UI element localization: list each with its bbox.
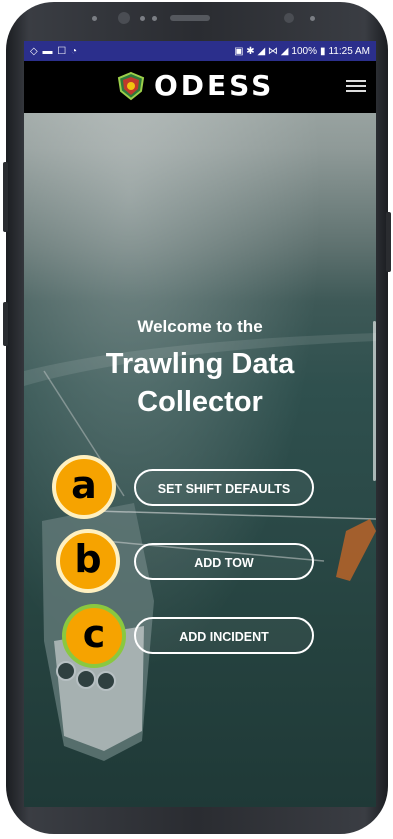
callout-badge-b: b [56, 529, 120, 593]
status-right: ▣ ✱ ◢ ⋈ ◢ 100% ▮ 11:25 AM [234, 46, 370, 57]
notification-icons: ◇ ▬ ☐ ◔ [30, 45, 79, 57]
screen: ◇ ▬ ☐ ◔ ▣ ✱ ◢ ⋈ ◢ 100% ▮ 11:25 AM ODESS [24, 41, 376, 807]
brand-name: ODESS [154, 69, 275, 102]
status-bar: ◇ ▬ ☐ ◔ ▣ ✱ ◢ ⋈ ◢ 100% ▮ 11:25 AM [24, 41, 376, 61]
title-line-2: Collector [137, 386, 263, 418]
iris-sensor-icon [284, 13, 294, 23]
hamburger-menu-icon[interactable] [346, 77, 366, 95]
earpiece-speaker [170, 15, 210, 21]
sensor-icon [140, 16, 145, 21]
callout-badge-c: c [62, 604, 126, 668]
volume-button [3, 162, 8, 232]
sensor-icon [310, 16, 315, 21]
add-tow-button[interactable]: ADD TOW [134, 543, 314, 580]
clock: 11:25 AM [328, 45, 370, 57]
sensor-icon [152, 16, 157, 21]
scroll-indicator[interactable] [373, 321, 376, 481]
title-line-1: Trawling Data [105, 348, 295, 380]
phone-top-bezel [6, 2, 388, 42]
app-logo[interactable]: ODESS [116, 69, 274, 102]
front-camera-icon [118, 12, 130, 24]
sensor-icon [92, 16, 97, 21]
page-title: Trawling Data Collector [24, 345, 376, 421]
add-incident-button[interactable]: ADD INCIDENT [134, 617, 314, 654]
phone-frame: ◇ ▬ ☐ ◔ ▣ ✱ ◢ ⋈ ◢ 100% ▮ 11:25 AM ODESS [3, 2, 391, 834]
bixby-button [3, 302, 8, 346]
battery-level: 100% [291, 45, 317, 57]
set-shift-defaults-button[interactable]: SET SHIFT DEFAULTS [134, 469, 314, 506]
signal-icons: ▣ ✱ ◢ ⋈ ◢ [234, 45, 289, 57]
status-icons: ◇ ▬ ☐ ◔ [30, 46, 78, 57]
app-header: ODESS [24, 61, 376, 113]
battery-icon: ▮ [319, 45, 326, 57]
welcome-text: Welcome to the [137, 317, 263, 336]
callout-badge-a: a [52, 455, 116, 519]
trawler-boat-image [24, 333, 376, 761]
odess-shield-icon [117, 71, 145, 100]
power-button [386, 212, 391, 272]
